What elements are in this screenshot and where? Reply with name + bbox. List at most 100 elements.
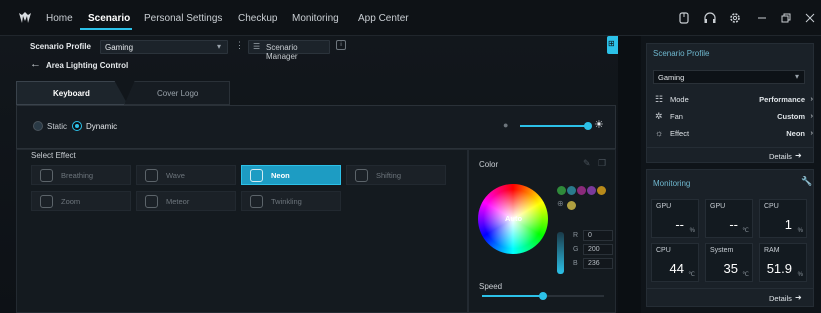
chevron-right-icon: ›	[810, 111, 814, 120]
wrench-icon[interactable]: 🔧	[801, 176, 812, 187]
keyboard-icon[interactable]	[677, 11, 691, 25]
effect-label: Shifting	[376, 170, 402, 180]
speed-slider[interactable]	[482, 292, 604, 300]
r-label: R	[573, 232, 579, 239]
chevron-right-icon: ›	[810, 128, 814, 137]
meteor-icon	[145, 194, 158, 208]
color-brightness-bar[interactable]	[557, 232, 564, 274]
monitoring-card	[646, 169, 814, 307]
speed-knob[interactable]	[539, 292, 547, 300]
brightness-fill	[520, 125, 588, 127]
tile-value: 1	[784, 217, 792, 232]
gear-icon[interactable]	[728, 11, 742, 25]
effect-breathing[interactable]: Breathing	[31, 165, 131, 185]
eyedropper-icon[interactable]: ✎	[583, 158, 591, 169]
info-icon[interactable]: i	[336, 40, 346, 50]
effect-row-value[interactable]: Neon	[786, 129, 805, 138]
nav-personal-settings[interactable]: Personal Settings	[144, 13, 222, 24]
fan-icon: ✲	[655, 111, 663, 121]
color-wheel[interactable]: Auto	[478, 184, 548, 254]
color-wheel-label: Auto	[505, 214, 523, 223]
r-input[interactable]: 0	[583, 230, 613, 241]
close-icon[interactable]	[803, 11, 817, 25]
b-label: B	[573, 260, 578, 267]
collapse-panel-icon: ⊞	[608, 39, 615, 48]
arrow-right-icon[interactable]: ➜	[795, 293, 802, 302]
sidebar-profile-value: Gaming	[658, 73, 685, 82]
cpu-temp-tile: CPU 44 ℃	[651, 243, 699, 282]
speed-label: Speed	[479, 282, 503, 291]
minimize-icon[interactable]	[755, 11, 769, 25]
nav-checkup[interactable]: Checkup	[238, 13, 277, 24]
sidebar-profile-dropdown[interactable]: Gaming ▾	[653, 70, 805, 84]
speed-fill	[482, 295, 543, 297]
mode-row-label: Mode	[670, 95, 689, 104]
brightness-knob[interactable]	[584, 122, 592, 130]
scenario-manager-button[interactable]: ☰ Scenario Manager	[248, 40, 330, 61]
monitoring-details-link[interactable]: Details	[769, 294, 792, 303]
arrow-right-icon[interactable]: ➜	[795, 151, 802, 160]
breathing-icon	[40, 168, 53, 182]
system-temp-tile: System 35 ℃	[705, 243, 753, 282]
g-value: 200	[588, 246, 600, 253]
swatch-1[interactable]	[557, 186, 566, 195]
effect-meteor[interactable]: Meteor	[136, 191, 236, 211]
headset-icon[interactable]	[703, 11, 717, 25]
swatch-5[interactable]	[597, 186, 606, 195]
chevron-right-icon: ›	[810, 94, 814, 103]
more-options-icon[interactable]: ⋮	[235, 40, 244, 51]
select-effect-title: Select Effect	[31, 151, 76, 160]
scenario-profile-dropdown[interactable]: Gaming ▾	[100, 40, 228, 54]
swatch-2[interactable]	[567, 186, 576, 195]
effect-shifting[interactable]: Shifting	[346, 165, 446, 185]
tab-cover-logo[interactable]: Cover Logo	[124, 81, 230, 105]
scenario-profile-card-title: Scenario Profile	[653, 49, 710, 58]
chevron-down-icon: ▾	[794, 72, 799, 81]
add-swatch-icon[interactable]: ⊕	[557, 199, 564, 208]
mode-row-value[interactable]: Performance	[759, 95, 805, 104]
monitoring-title: Monitoring	[653, 179, 691, 188]
tile-unit: %	[797, 228, 803, 234]
static-radio[interactable]	[33, 121, 43, 131]
swatch-3[interactable]	[577, 186, 586, 195]
neon-icon	[250, 168, 263, 182]
static-label: Static	[47, 122, 68, 131]
details-link[interactable]: Details	[769, 152, 792, 161]
swatch-6[interactable]	[567, 201, 576, 210]
nav-monitoring[interactable]: Monitoring	[292, 13, 339, 24]
ram-usage-tile: RAM 51.9 %	[759, 243, 807, 282]
b-value: 236	[588, 260, 600, 267]
effect-zoom[interactable]: Zoom	[31, 191, 131, 211]
chevron-down-icon: ▾	[216, 42, 221, 51]
sidebar-toggle-button[interactable]: ⊞	[607, 36, 618, 54]
predator-logo-icon	[19, 12, 31, 23]
dynamic-radio[interactable]	[72, 121, 82, 131]
back-arrow-icon[interactable]: ←	[30, 58, 41, 70]
gpu-temp-tile: GPU -- ℃	[705, 199, 753, 238]
divider	[646, 147, 814, 148]
effect-neon[interactable]: Neon	[241, 165, 341, 185]
swatch-4[interactable]	[587, 186, 596, 195]
tile-unit: ℃	[742, 272, 749, 278]
tile-unit: ℃	[688, 272, 695, 278]
tile-label: CPU	[656, 247, 671, 254]
effect-twinkling[interactable]: Twinkling	[241, 191, 341, 211]
effect-label: Zoom	[61, 196, 81, 206]
mode-icon: ☷	[655, 94, 664, 104]
tile-value: --	[729, 217, 738, 232]
effect-wave[interactable]: Wave	[136, 165, 236, 185]
fan-row-value[interactable]: Custom	[777, 112, 805, 121]
nav-scenario[interactable]: Scenario	[88, 13, 130, 24]
b-input[interactable]: 236	[583, 258, 613, 269]
effect-label: Meteor	[166, 196, 190, 206]
restore-icon[interactable]	[779, 11, 793, 25]
color-title: Color	[479, 160, 499, 169]
r-value: 0	[588, 232, 592, 239]
tab-keyboard[interactable]: Keyboard	[16, 81, 128, 105]
brightness-slider[interactable]	[520, 122, 592, 130]
nav-home[interactable]: Home	[46, 13, 73, 24]
copy-icon[interactable]: ❐	[598, 158, 606, 169]
nav-app-center[interactable]: App Center	[358, 13, 409, 24]
g-input[interactable]: 200	[583, 244, 613, 255]
brightness-low-icon: ●	[503, 120, 509, 130]
